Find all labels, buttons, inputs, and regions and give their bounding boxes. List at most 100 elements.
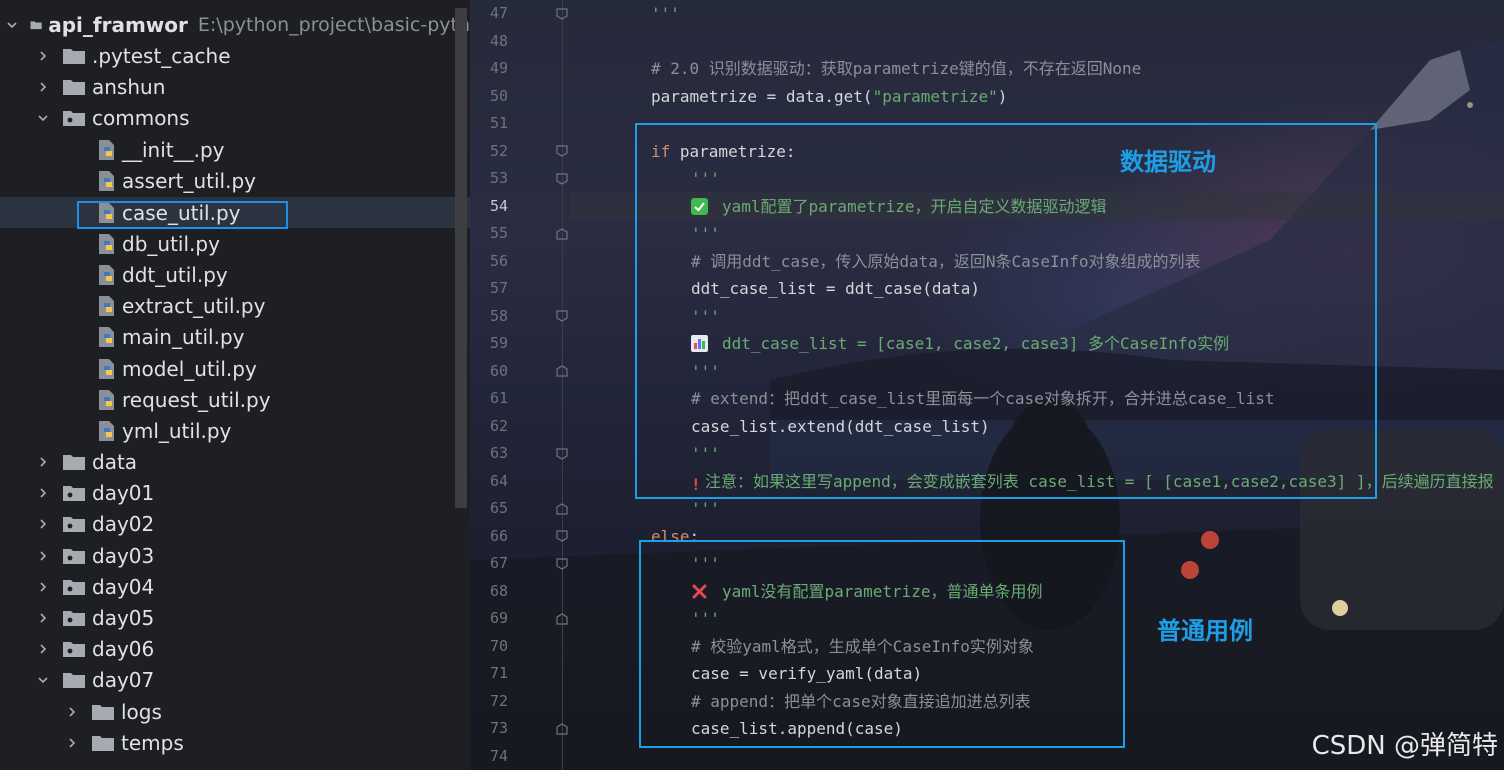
tree-item-label: extract_util.py — [122, 293, 266, 318]
chevron-right-icon[interactable] — [36, 486, 50, 500]
code-token: parametrize = data.get( — [651, 86, 873, 106]
watermark: CSDN @弹简特 — [1311, 731, 1498, 761]
data-driven-annotation-box — [635, 123, 1377, 499]
chevron-down-icon[interactable] — [36, 673, 50, 687]
line-number: 51 — [489, 114, 508, 132]
tree-item-assert-util[interactable]: assert_util.py — [0, 165, 470, 196]
folder-icon — [63, 48, 85, 64]
tree-item-anshun[interactable]: anshun — [0, 71, 470, 102]
fold-end-icon[interactable] — [556, 228, 568, 240]
line-number: 52 — [489, 141, 508, 160]
tree-item-temps[interactable]: temps — [0, 727, 470, 758]
code-editor[interactable]: 47 48 49 50 51 52 53 54 55 56 57 58 59 6… — [470, 0, 1504, 770]
tree-item-label: data — [92, 449, 138, 474]
line-number: 71 — [489, 664, 508, 682]
tree-item-label: day03 — [92, 543, 155, 568]
tree-item-day04[interactable]: day04 — [0, 571, 470, 602]
code-line[interactable]: parametrize = data.get("parametrize") — [651, 83, 1007, 111]
fold-end-icon[interactable] — [556, 365, 568, 377]
tree-root[interactable]: api_framwor E:\python_project\basic-pyth — [0, 9, 470, 40]
tree-item-label: day06 — [92, 636, 155, 661]
tree-item-label: logs — [121, 699, 162, 724]
tree-item-db-util[interactable]: db_util.py — [0, 228, 470, 259]
tree-item-model-util[interactable]: model_util.py — [0, 353, 470, 384]
tree-item-day03[interactable]: day03 — [0, 540, 470, 571]
tree-item-data[interactable]: data — [0, 446, 470, 477]
fold-end-icon[interactable] — [556, 723, 568, 735]
tree-item-label: .pytest_cache — [92, 43, 231, 68]
tree-item-extract-util[interactable]: extract_util.py — [0, 290, 470, 321]
package-folder-icon — [63, 485, 85, 501]
tree-root-name: api_framwor — [48, 12, 188, 37]
tree-item-day02[interactable]: day02 — [0, 508, 470, 539]
tree-item-day06[interactable]: day06 — [0, 633, 470, 664]
folder-icon — [63, 454, 85, 470]
tree-item-label: __init__.py — [122, 137, 225, 162]
chevron-right-icon[interactable] — [36, 80, 50, 94]
chevron-right-icon[interactable] — [65, 736, 79, 750]
line-number: 61 — [489, 389, 508, 407]
python-file-icon — [99, 358, 114, 379]
fold-marker-icon[interactable] — [556, 558, 568, 570]
data-driven-annotation-label: 数据驱动 — [1120, 148, 1216, 176]
python-file-icon — [99, 170, 114, 191]
line-number: 68 — [489, 581, 508, 600]
tree-scrollbar[interactable] — [455, 8, 467, 508]
tree-item-day05[interactable]: day05 — [0, 602, 470, 633]
chevron-right-icon[interactable] — [36, 517, 50, 531]
fold-end-icon[interactable] — [556, 503, 568, 515]
chevron-right-icon[interactable] — [65, 705, 79, 719]
fold-end-icon[interactable] — [556, 613, 568, 625]
tree-item-label: day04 — [92, 574, 155, 599]
tree-item-day07[interactable]: day07 — [0, 664, 470, 695]
line-number: 57 — [489, 279, 508, 297]
folder-icon — [63, 79, 85, 95]
tree-item-label: day07 — [92, 667, 155, 692]
code-token: ) — [997, 86, 1008, 106]
python-file-icon — [99, 326, 114, 347]
fold-marker-icon[interactable] — [556, 173, 568, 185]
folder-icon — [63, 672, 85, 688]
chevron-right-icon[interactable] — [36, 49, 50, 63]
line-number: 53 — [489, 169, 508, 187]
chevron-right-icon[interactable] — [36, 611, 50, 625]
tree-item-request-util[interactable]: request_util.py — [0, 384, 470, 415]
tree-item-pytest-cache[interactable]: .pytest_cache — [0, 40, 470, 71]
tree-item-label: yml_util.py — [122, 418, 232, 443]
normal-case-annotation-label: 普通用例 — [1157, 617, 1253, 645]
tree-item-commons[interactable]: commons — [0, 102, 470, 133]
code-line-comment[interactable]: # 2.0 识别数据驱动：获取parametrize键的值，不存在返回None — [651, 55, 1141, 83]
line-number: 50 — [489, 86, 508, 105]
python-file-icon — [99, 295, 114, 316]
tree-item-day01[interactable]: day01 — [0, 477, 470, 508]
fold-marker-icon[interactable] — [556, 530, 568, 542]
chevron-right-icon[interactable] — [36, 642, 50, 656]
code-line-docstring[interactable]: ''' — [691, 495, 720, 523]
fold-marker-icon[interactable] — [556, 448, 568, 460]
package-folder-icon — [63, 516, 85, 532]
tree-item-label: day01 — [92, 480, 155, 505]
code-line[interactable]: ''' — [651, 0, 680, 28]
fold-marker-icon[interactable] — [556, 145, 568, 157]
normal-case-annotation-box — [639, 540, 1125, 748]
tree-item-logs[interactable]: logs — [0, 696, 470, 727]
chevron-right-icon[interactable] — [36, 580, 50, 594]
fold-marker-icon[interactable] — [556, 8, 568, 20]
tree-root-path: E:\python_project\basic-pyth — [197, 13, 470, 36]
code-string-token: "parametrize" — [872, 86, 998, 106]
line-number: 55 — [489, 224, 508, 242]
tree-item-init-py[interactable]: __init__.py — [0, 134, 470, 165]
tree-item-label: day05 — [92, 605, 155, 630]
tree-item-label: request_util.py — [122, 387, 271, 412]
tree-item-ddt-util[interactable]: ddt_util.py — [0, 259, 470, 290]
line-number: 65 — [489, 499, 508, 517]
tree-item-yml-util[interactable]: yml_util.py — [0, 415, 470, 446]
tree-item-label: anshun — [92, 74, 166, 99]
fold-marker-icon[interactable] — [556, 310, 568, 322]
line-number: 70 — [489, 636, 508, 655]
chevron-down-icon[interactable] — [36, 111, 50, 125]
chevron-right-icon[interactable] — [36, 455, 50, 469]
tree-item-main-util[interactable]: main_util.py — [0, 321, 470, 352]
chevron-down-icon[interactable] — [6, 18, 18, 32]
chevron-right-icon[interactable] — [36, 549, 50, 563]
